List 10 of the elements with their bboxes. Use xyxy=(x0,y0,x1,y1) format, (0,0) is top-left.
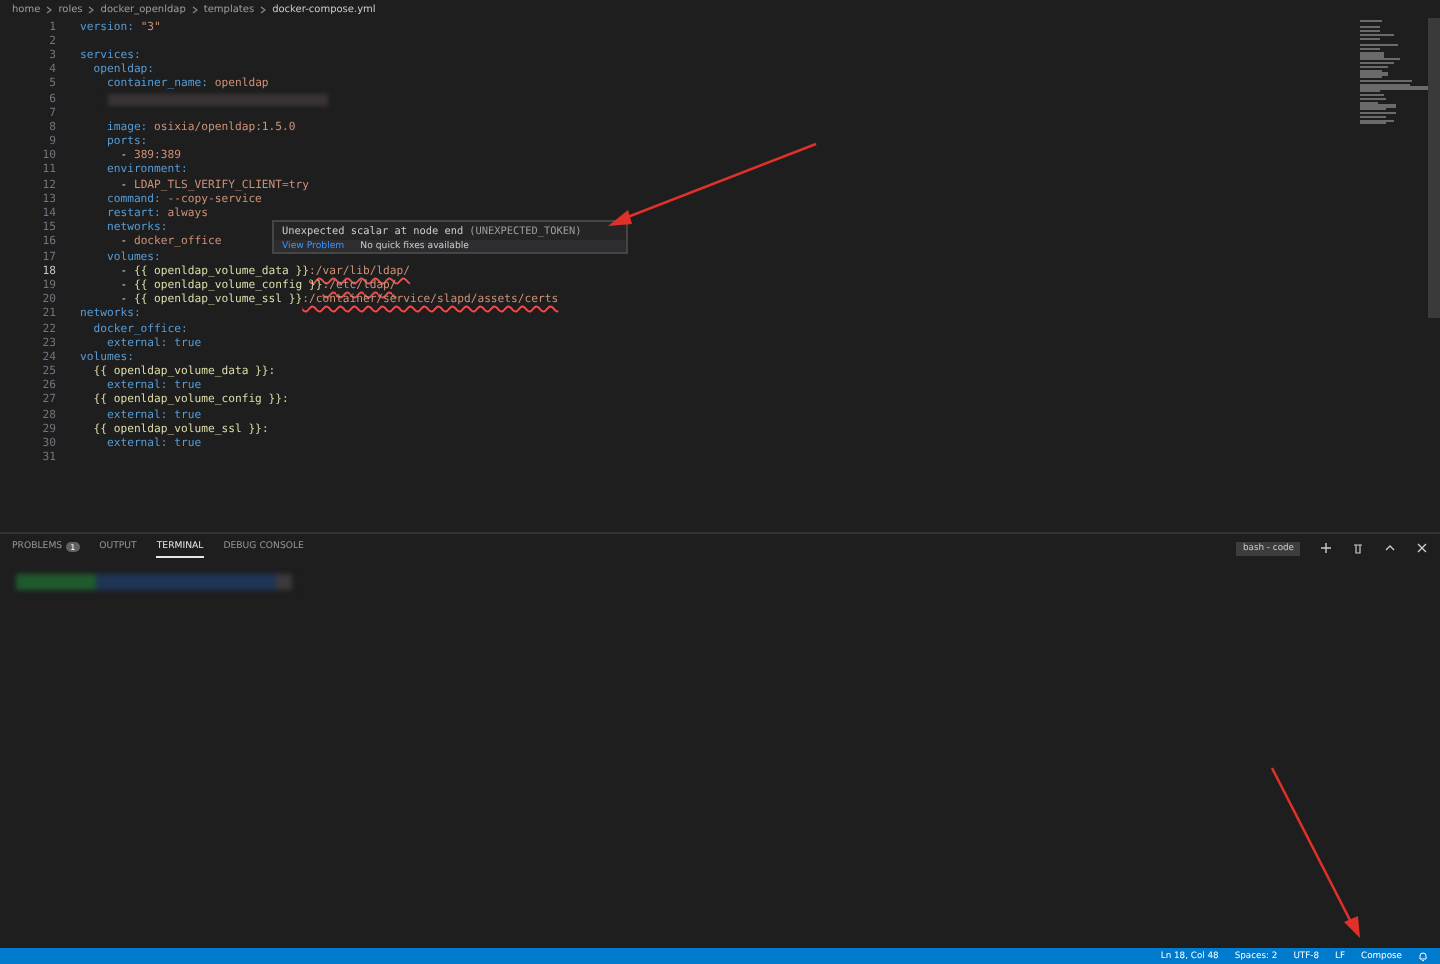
plus-icon[interactable] xyxy=(1320,542,1332,554)
close-icon[interactable] xyxy=(1416,542,1428,554)
trash-icon[interactable] xyxy=(1352,542,1364,554)
chevron-icon xyxy=(191,5,198,13)
scrollbar-thumb[interactable] xyxy=(1428,18,1440,318)
chevron-icon xyxy=(260,5,267,13)
chevron-up-icon[interactable] xyxy=(1384,542,1396,554)
chevron-icon xyxy=(46,5,53,13)
chevron-icon xyxy=(88,5,95,13)
bell-icon[interactable] xyxy=(1418,951,1428,961)
